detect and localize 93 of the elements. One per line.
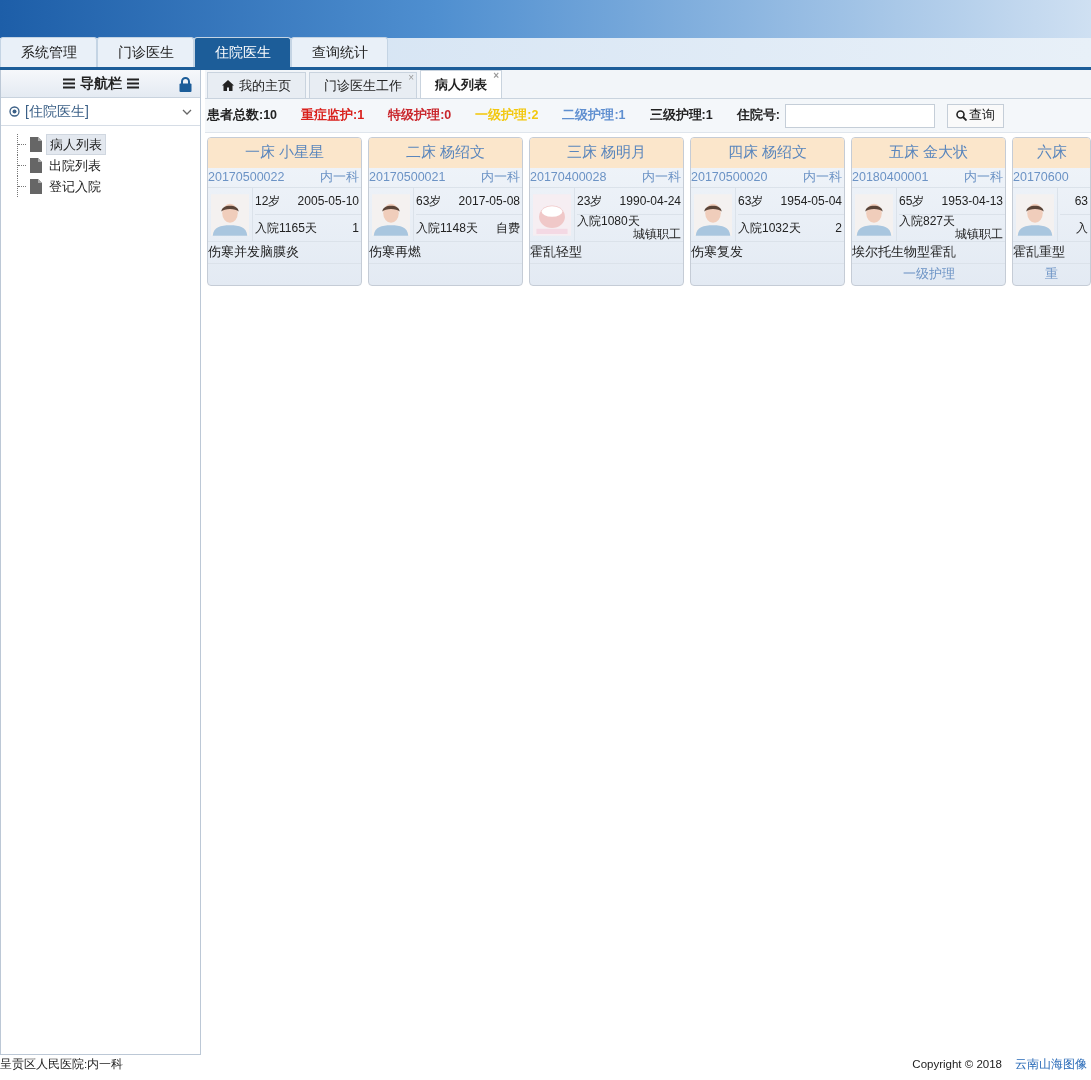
card-title: 三床 杨明月 [530, 138, 683, 168]
patient-card[interactable]: 六床 20170600 63 入 霍乱重型 重 [1012, 137, 1091, 286]
stat-count: 患者总数:10 [207, 107, 278, 125]
avatar-silhouette [694, 192, 732, 238]
tree-item[interactable]: 出院列表 [46, 155, 104, 176]
search-icon [955, 110, 967, 121]
document-icon [30, 137, 42, 152]
department-text: 内一科 [320, 169, 359, 187]
card-title: 五床 金大状 [852, 138, 1005, 168]
department-text: 内一科 [964, 169, 1003, 187]
search-label: 住院号: [736, 107, 780, 125]
payer-type: 自费 [496, 221, 520, 235]
admission-days: 入院1080天 [577, 215, 640, 228]
search-field[interactable] [784, 103, 935, 128]
birth-date: 2005-05-10 [297, 194, 359, 208]
birth-date: 1990-04-24 [619, 194, 681, 208]
document-icon [30, 179, 42, 194]
diagnosis-text: 伤寒并发脑膜炎 [208, 242, 361, 264]
department-text: 内一科 [481, 169, 520, 187]
stat-count: 二级护理:1 [562, 107, 626, 125]
admission-days: 入院1148天 [416, 221, 478, 235]
footer-link[interactable]: 云南山海图像 [1015, 1056, 1087, 1074]
stat-count: 重症监护:1 [301, 107, 365, 125]
avatar-silhouette [211, 192, 249, 238]
diagnosis-text: 伤寒再燃 [369, 242, 522, 264]
payer-type: 1 [352, 221, 359, 235]
tree-item[interactable]: 病人列表 [46, 133, 106, 156]
birth-date: 2017-05-08 [458, 194, 520, 208]
document-icon [30, 158, 42, 173]
avatar-silhouette [372, 192, 410, 238]
card-title: 六床 [1013, 138, 1090, 168]
page-tab[interactable]: 门诊医生工作 × [309, 72, 417, 98]
home-icon [222, 80, 234, 91]
card-title: 一床 小星星 [208, 138, 361, 168]
stat-count: 特级护理:0 [388, 107, 452, 125]
card-title: 四床 杨绍文 [691, 138, 844, 168]
admission-days: 入院1032天 [738, 221, 801, 235]
age-text: 63岁 [738, 194, 764, 208]
nursing-level: 一级护理 [902, 265, 955, 283]
age-text: 12岁 [255, 194, 281, 208]
patient-card[interactable]: 一床 小星星 20170500022 内一科 12岁 2005-05-10 入院1165天 1 伤寒并发脑膜炎 [207, 137, 362, 286]
menu-icon [62, 78, 75, 89]
footer-text: 呈贡区人民医院:内一科 [0, 1057, 124, 1073]
patient-id: 20170600 [1013, 169, 1069, 187]
age-text: 65岁 [899, 194, 925, 208]
sidebar-title: 导航栏 [79, 74, 122, 93]
department-text: 内一科 [803, 169, 842, 187]
lock-icon[interactable] [179, 77, 192, 92]
card-title: 二床 杨绍文 [369, 138, 522, 168]
copyright-text: Copyright © 2018 [912, 1057, 1002, 1073]
admission-days: 入院1165天 [255, 221, 317, 235]
patient-id: 20170400028 [530, 169, 607, 187]
admission-days: 入院827天 [899, 215, 956, 228]
diagnosis-text: 埃尔托生物型霍乱 [852, 242, 1005, 264]
top-tab[interactable]: 查询统计 [291, 37, 388, 67]
patient-card[interactable]: 二床 杨绍文 20170500021 内一科 63岁 2017-05-08 入院1148天 自费 伤寒再燃 [368, 137, 523, 286]
payer-type: 城镇职工 [633, 228, 681, 241]
diagnosis-text: 霍乱重型 [1013, 242, 1090, 264]
patient-id: 20180400001 [852, 169, 929, 187]
top-tab[interactable]: 系统管理 [0, 37, 97, 67]
patient-id: 20170500022 [208, 169, 285, 187]
search-button[interactable]: 查询 [946, 103, 1004, 128]
department-text: 内一科 [642, 169, 681, 187]
section-header[interactable]: [住院医生] [25, 101, 89, 122]
diagnosis-text: 霍乱轻型 [530, 242, 683, 264]
age-text: 63岁 [416, 194, 442, 208]
payer-type: 2 [835, 221, 842, 235]
admission-days: 入 [1076, 221, 1088, 235]
patient-id: 20170500021 [369, 169, 446, 187]
menu-icon [126, 78, 139, 89]
patient-card[interactable]: 三床 杨明月 20170400028 内一科 23岁 1990-04-24 入院1080天 城镇职工 霍乱轻型 [529, 137, 684, 286]
payer-type: 城镇职工 [955, 228, 1003, 241]
patient-card[interactable]: 五床 金大状 20180400001 内一科 65岁 1953-04-13 入院827天 城镇职工 埃尔托生物型霍乱 一级护理 [851, 137, 1006, 286]
tree-item[interactable]: 登记入院 [46, 176, 104, 197]
birth-date: 1954-05-04 [780, 194, 842, 208]
age-text: 23岁 [577, 194, 603, 208]
patient-card[interactable]: 四床 杨绍文 20170500020 内一科 63岁 1954-05-04 入院1032天 2 伤寒复发 [690, 137, 845, 286]
page-tab[interactable]: 我的主页 [207, 72, 306, 98]
page-tab[interactable]: 病人列表 × [420, 70, 502, 98]
patient-id: 20170500020 [691, 169, 768, 187]
birth-date: 1953-04-13 [941, 194, 1003, 208]
nursing-level: 重 [1045, 265, 1058, 283]
avatar-silhouette [855, 192, 893, 238]
top-tab[interactable]: 住院医生 [194, 37, 291, 67]
avatar-silhouette [1016, 192, 1054, 238]
chevron-down-icon[interactable] [182, 108, 192, 115]
age-text: 63 [1074, 194, 1088, 208]
baby-photo-placeholder [533, 192, 571, 238]
top-tab[interactable]: 门诊医生 [97, 37, 194, 67]
stat-count: 三级护理:1 [649, 107, 713, 125]
stat-count: 一级护理:2 [475, 107, 539, 125]
diagnosis-text: 伤寒复发 [691, 242, 844, 264]
radio-icon [9, 106, 20, 117]
